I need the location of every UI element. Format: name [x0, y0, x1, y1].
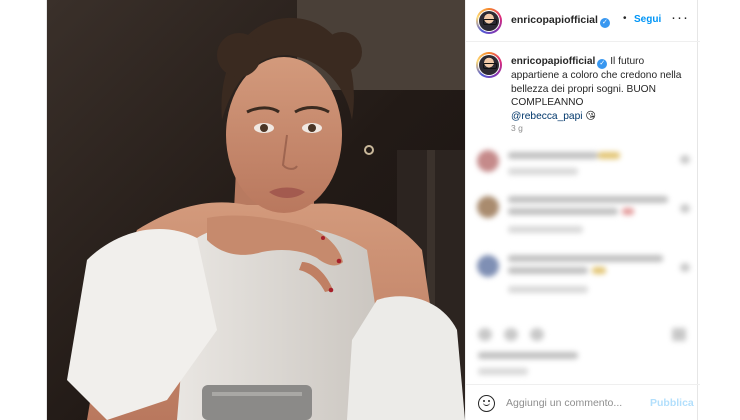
verified-badge-icon: ✓ [599, 18, 610, 28]
comment-meta-line [508, 226, 583, 233]
comment-avatar [477, 150, 499, 172]
comment-emoji-blur [592, 267, 606, 274]
comment-icon-blur [504, 328, 518, 341]
author-avatar[interactable] [476, 8, 502, 34]
separator-dot: • [623, 13, 627, 24]
like-icon-blur [478, 328, 492, 341]
more-options-icon[interactable]: ··· [671, 9, 689, 26]
comment-avatar [477, 255, 499, 277]
avatar-photo [479, 11, 499, 31]
follow-button[interactable]: Segui [634, 14, 661, 25]
comment-line [508, 208, 618, 215]
comment-line [508, 196, 668, 203]
instagram-post: enricopapiofficial ✓ • Segui ··· enricopa… [46, 0, 700, 420]
share-icon-blur [530, 328, 544, 341]
caption-mention-link[interactable]: @rebecca_papi [511, 111, 583, 122]
post-header: enricopapiofficial ✓ • Segui ··· [466, 0, 700, 42]
comment-heart-icon [680, 155, 690, 164]
author-username-text: enricopapiofficial [511, 14, 598, 26]
portrait-illustration [47, 0, 465, 420]
comment-meta-line [508, 286, 588, 293]
comment-avatar [477, 196, 499, 218]
comment-emoji-blur [598, 152, 620, 159]
verified-badge-icon: ✓ [597, 59, 608, 69]
post-side-panel: enricopapiofficial ✓ • Segui ··· enricopa… [465, 0, 700, 420]
comment-heart-icon [680, 263, 690, 272]
publish-button[interactable]: Pubblica [650, 397, 694, 409]
comment-line [508, 152, 598, 159]
caption-text-block: enricopapiofficial ✓ Il futuro appartiene… [511, 55, 693, 123]
smiley-mouth [482, 402, 490, 406]
save-icon-blur [672, 328, 686, 341]
caption-username[interactable]: enricopapiofficial [511, 56, 595, 67]
comment-meta-line [508, 168, 578, 175]
blurred-comments-area [466, 138, 700, 383]
comment-line [508, 267, 588, 274]
emoji-smiley-icon[interactable] [478, 395, 495, 412]
comment-input[interactable] [506, 394, 656, 412]
post-photo[interactable] [47, 0, 465, 420]
date-line-blur [478, 368, 528, 375]
avatar-photo [479, 55, 499, 75]
author-username[interactable]: enricopapiofficial ✓ [511, 14, 610, 28]
comment-heart-icon [680, 204, 690, 213]
likes-line-blur [478, 352, 578, 359]
kiss-emoji-icon: 😘 [585, 110, 596, 122]
comment-emoji-blur [622, 208, 634, 215]
comment-line [508, 255, 663, 262]
comment-bar: Pubblica [466, 384, 700, 420]
caption-timestamp[interactable]: 3 g [511, 123, 523, 133]
caption-author-avatar[interactable] [476, 52, 502, 78]
